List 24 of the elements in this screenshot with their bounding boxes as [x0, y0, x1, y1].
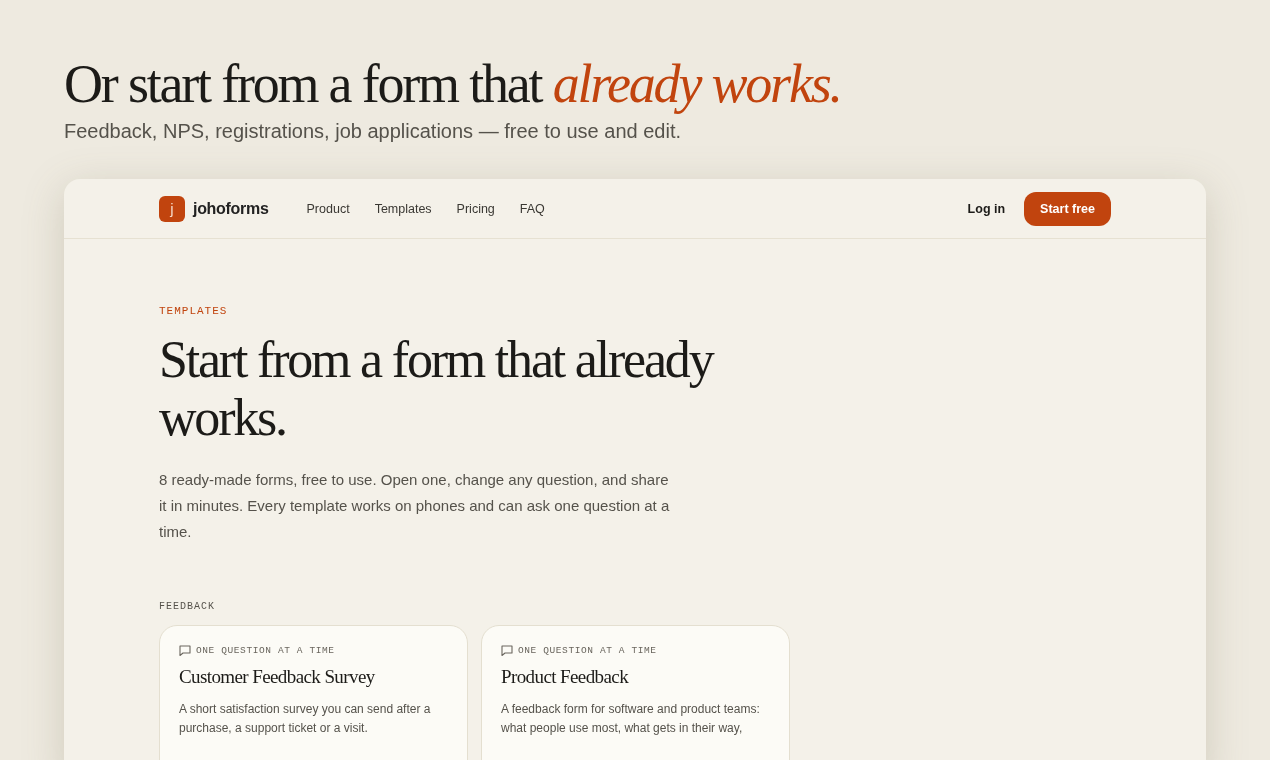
chat-icon	[501, 645, 513, 656]
card-title: Customer Feedback Survey	[179, 666, 376, 688]
intro-text: 8 ready-made forms, free to use. Open one, change any question, and share it in minutes. Every template works on phones and can ask one question at a time.	[159, 470, 671, 542]
template-card[interactable]: ONE QUESTION AT A TIME Customer Feedback Survey A short satisfaction survey you can send after a purchase, a support ticket or a visit.	[159, 625, 468, 760]
chat-icon	[179, 645, 191, 656]
card-title: Product Feedback	[501, 666, 630, 688]
start-free-button[interactable]: Start free	[1024, 191, 1111, 226]
nav-link[interactable]: Templates	[374, 201, 432, 216]
card-description: A feedback form for software and product teams: what people use most, what gets in their way,	[501, 701, 761, 737]
brand-name[interactable]: johoforms	[193, 199, 269, 218]
category-label: FEEDBACK	[159, 601, 216, 612]
section-heading: Or start from a form that already works.	[64, 53, 841, 116]
card-description: A short satisfaction survey you can send after a purchase, a support ticket or a visit.	[179, 701, 432, 737]
logo-icon[interactable]: j	[159, 195, 185, 222]
card-tag: ONE QUESTION AT A TIME	[518, 645, 657, 656]
eyebrow-label: TEMPLATES	[159, 305, 229, 317]
nav-link[interactable]: FAQ	[519, 201, 545, 216]
section-subheading: Feedback, NPS, registrations, job applications — free to use and edit.	[64, 120, 682, 143]
nav-link[interactable]: Pricing	[456, 201, 495, 216]
page-title: Start from a form that already works.	[159, 331, 714, 447]
login-link[interactable]: Log in	[967, 201, 1006, 216]
template-card[interactable]: ONE QUESTION AT A TIME Product Feedback A feedback form for software and product teams: what people use most, what gets in their way,	[481, 625, 790, 760]
nav-link[interactable]: Product	[306, 201, 350, 216]
card-tag: ONE QUESTION AT A TIME	[196, 645, 335, 656]
